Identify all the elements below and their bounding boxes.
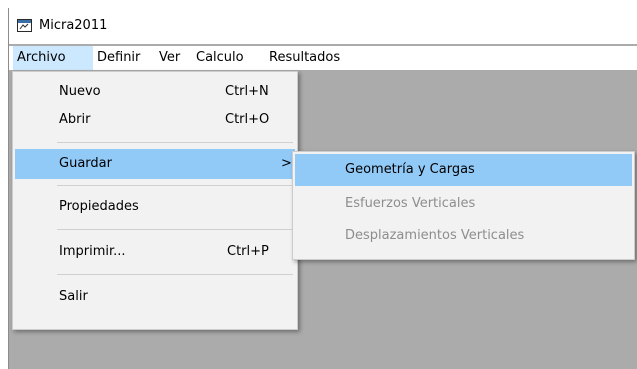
menu-item-label: Abrir [59, 112, 91, 127]
shortcut-label: Ctrl+P [227, 244, 269, 259]
app-window: Micra2011 Archivo Definir Ver Calculo Re… [8, 8, 637, 369]
menu-ver[interactable]: Ver [155, 46, 184, 70]
menu-item-guardar[interactable]: Guardar > [15, 149, 295, 179]
submenu-item-esfuerzos-verticales: Esfuerzos Verticales [295, 188, 632, 220]
shortcut-label: Ctrl+O [225, 112, 270, 127]
menu-item-label: Nuevo [59, 84, 101, 99]
submenu-item-label: Desplazamientos Verticales [345, 228, 525, 243]
guardar-submenu: Geometría y Cargas Esfuerzos Verticales … [292, 151, 635, 260]
menu-item-salir[interactable]: Salir [15, 282, 295, 312]
submenu-item-desplazamientos-verticales: Desplazamientos Verticales [295, 220, 632, 252]
submenu-item-label: Esfuerzos Verticales [345, 196, 476, 211]
menu-item-label: Propiedades [59, 199, 139, 214]
menu-item-label: Imprimir... [59, 244, 126, 259]
menu-separator [57, 274, 293, 275]
menu-separator [57, 185, 293, 186]
menu-separator [57, 142, 293, 143]
menu-item-imprimir[interactable]: Imprimir... Ctrl+P [15, 237, 295, 267]
menu-item-label: Salir [59, 289, 88, 304]
submenu-item-geometria-cargas[interactable]: Geometría y Cargas [295, 154, 632, 186]
shortcut-label: Ctrl+N [225, 84, 269, 99]
menu-archivo[interactable]: Archivo [13, 46, 93, 70]
menu-item-abrir[interactable]: Abrir Ctrl+O [15, 106, 295, 134]
menu-resultados[interactable]: Resultados [265, 46, 344, 70]
menu-item-nuevo[interactable]: Nuevo Ctrl+N [15, 78, 295, 106]
menu-calculo[interactable]: Calculo [192, 46, 248, 70]
window-title: Micra2011 [39, 18, 108, 33]
title-bar[interactable]: Micra2011 [9, 8, 637, 44]
menu-definir[interactable]: Definir [93, 46, 144, 70]
menu-bar: Archivo Definir Ver Calculo Resultados [9, 46, 637, 70]
menu-item-label: Guardar [59, 156, 112, 171]
menu-item-propiedades[interactable]: Propiedades [15, 192, 295, 222]
app-icon [17, 19, 32, 32]
submenu-arrow-icon: > [281, 156, 292, 171]
submenu-item-label: Geometría y Cargas [345, 162, 475, 177]
menu-separator [57, 229, 293, 230]
archivo-dropdown: Nuevo Ctrl+N Abrir Ctrl+O Guardar > Prop… [12, 71, 298, 330]
